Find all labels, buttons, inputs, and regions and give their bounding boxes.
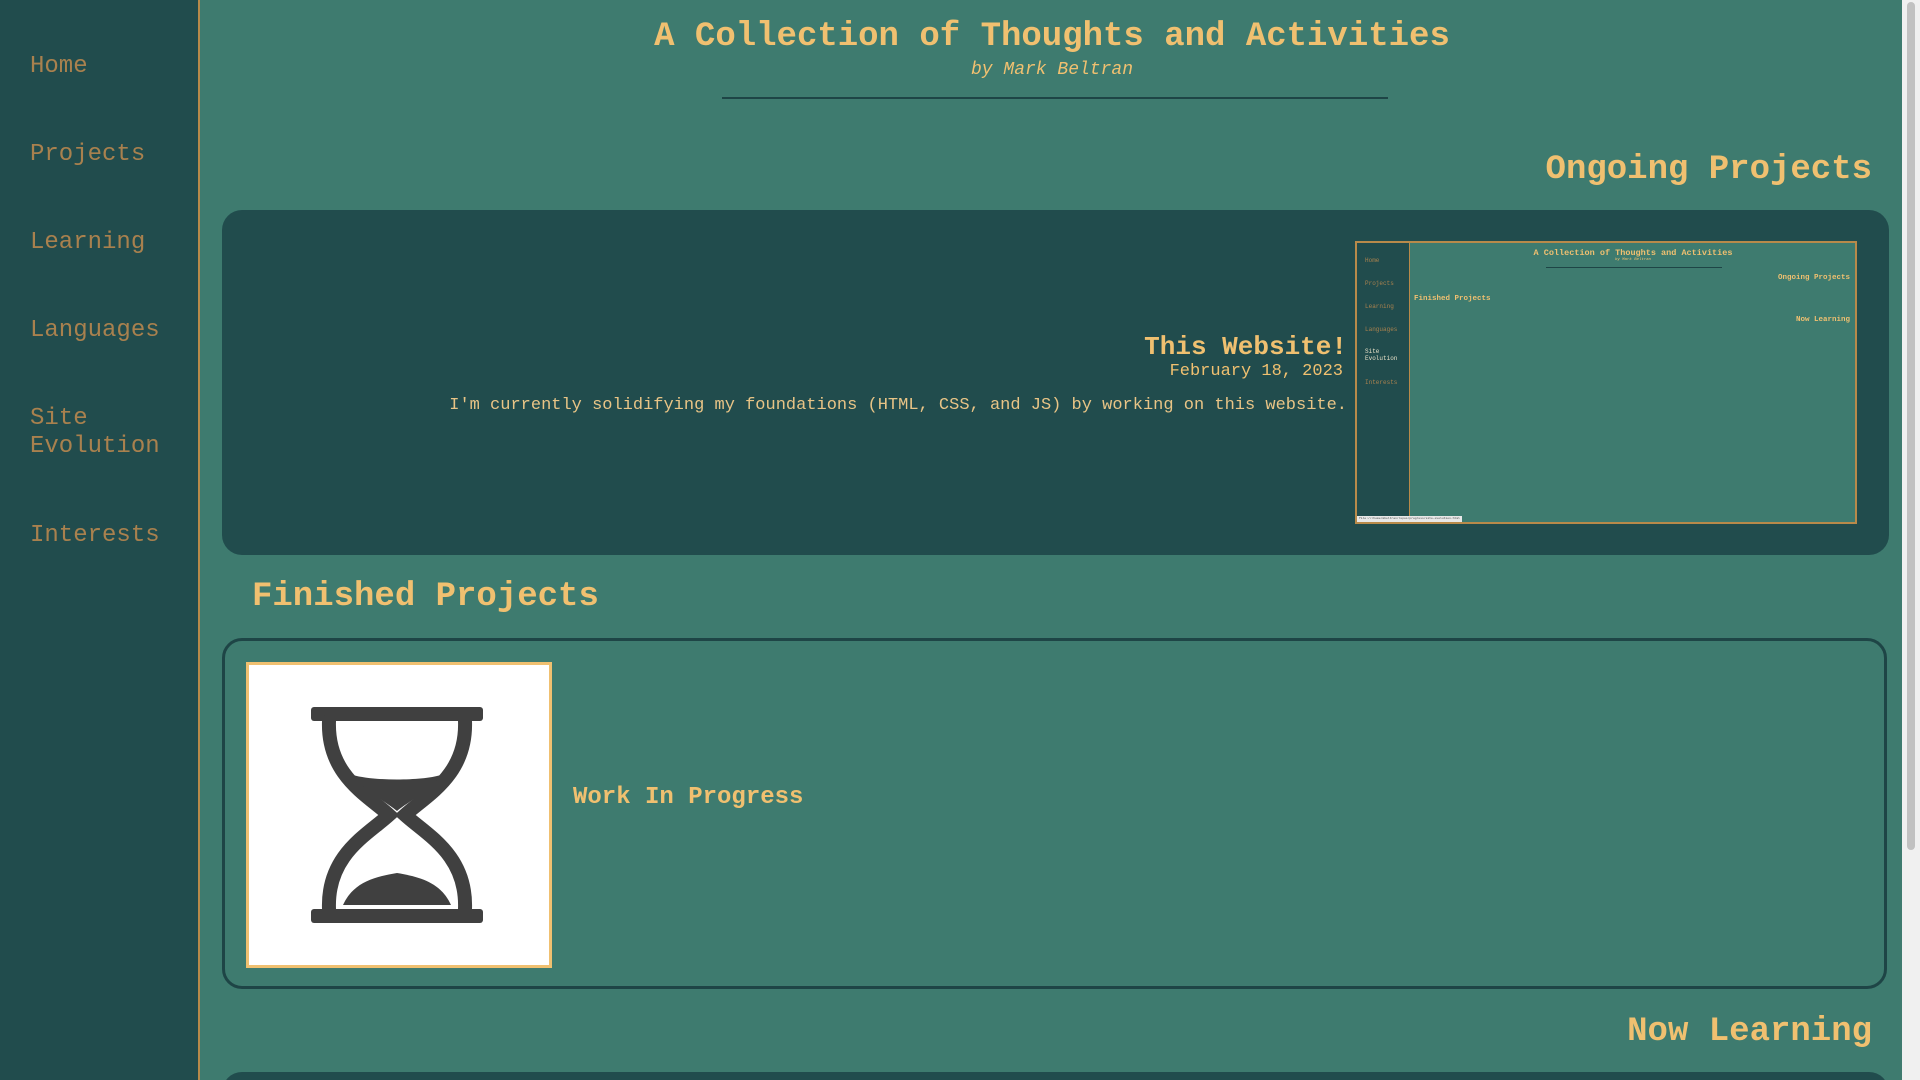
- thumbnail-finished-heading: Finished Projects: [1414, 295, 1491, 303]
- thumbnail-sidebar: Home Projects Learning Languages Site Ev…: [1357, 243, 1410, 522]
- page-scrollbar[interactable]: [1902, 0, 1920, 1080]
- thumbnail-learning-heading: Now Learning: [1795, 316, 1850, 324]
- thumbnail-subtitle: by Mark Beltran: [1614, 258, 1651, 262]
- thumbnail-status-url: file:///home/mbeltran/repos/progress/sit…: [1357, 516, 1462, 522]
- thumbnail-nav-item: Projects: [1365, 280, 1394, 287]
- thumbnail-title: A Collection of Thoughts and Activities: [1533, 248, 1733, 258]
- now-learning-card: [222, 1072, 1889, 1080]
- sidebar: Home Projects Learning Languages Site Ev…: [0, 0, 200, 1080]
- project-date: February 18, 2023: [1169, 362, 1343, 381]
- page-title: A Collection of Thoughts and Activities: [654, 18, 1450, 56]
- thumbnail-nav-item: Home: [1365, 257, 1380, 264]
- ongoing-projects-heading: Ongoing Projects: [1545, 151, 1872, 189]
- sidebar-item-site-evolution[interactable]: Site Evolution: [30, 405, 160, 461]
- sidebar-item-languages[interactable]: Languages: [30, 317, 160, 345]
- title-divider: [722, 97, 1388, 99]
- thumbnail-nav-item: Learning: [1365, 303, 1394, 310]
- main-content: A Collection of Thoughts and Activities …: [202, 0, 1902, 1080]
- thumbnail-nav-item: Evolution: [1365, 355, 1398, 362]
- scrollbar-thumb[interactable]: [1907, 2, 1915, 850]
- hourglass-icon: [311, 707, 483, 923]
- thumbnail-nav-item: Languages: [1365, 326, 1398, 333]
- website-screenshot-thumbnail[interactable]: Home Projects Learning Languages Site Ev…: [1355, 241, 1857, 524]
- project-description: I'm currently solidifying my foundations…: [449, 396, 1347, 415]
- finished-project-card: Work In Progress: [222, 638, 1887, 989]
- thumbnail-divider: [1546, 267, 1722, 268]
- ongoing-project-card: This Website! February 18, 2023 I'm curr…: [222, 210, 1889, 555]
- thumbnail-ongoing-heading: Ongoing Projects: [1777, 274, 1850, 282]
- sidebar-item-learning[interactable]: Learning: [30, 229, 145, 257]
- page-subtitle: by Mark Beltran: [970, 60, 1134, 80]
- thumbnail-nav-item: Interests: [1365, 379, 1398, 386]
- thumbnail-nav-item: Site: [1365, 348, 1380, 355]
- sidebar-item-projects[interactable]: Projects: [30, 141, 145, 169]
- work-in-progress-label: Work In Progress: [573, 784, 804, 811]
- now-learning-heading: Now Learning: [1627, 1013, 1872, 1051]
- hourglass-image: [246, 662, 552, 968]
- sidebar-item-home[interactable]: Home: [30, 53, 88, 81]
- project-title: This Website!: [1144, 332, 1347, 362]
- sidebar-item-interests[interactable]: Interests: [30, 522, 160, 550]
- finished-projects-heading: Finished Projects: [252, 578, 599, 616]
